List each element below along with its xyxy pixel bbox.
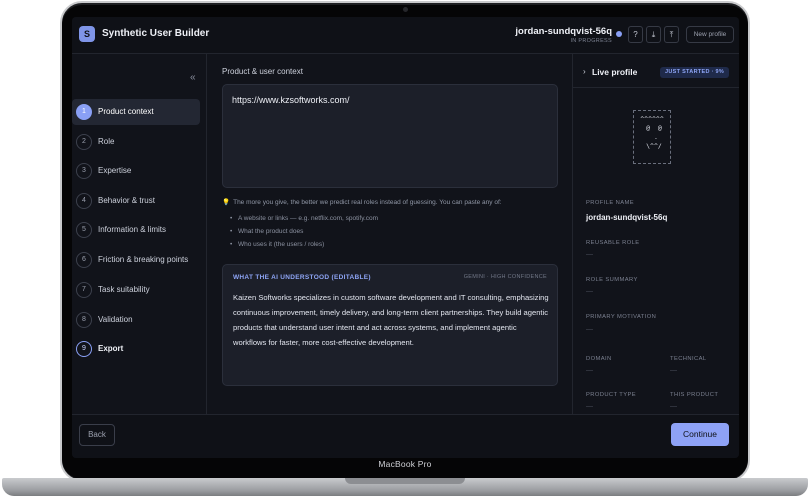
step-friction[interactable]: 6 Friction & breaking points <box>72 247 200 273</box>
step-validation[interactable]: 8 Validation <box>72 307 200 333</box>
ai-summary-title: WHAT THE AI UNDERSTOOD (EDITABLE) <box>233 274 371 281</box>
primary-motivation-label: PRIMARY MOTIVATION <box>586 314 657 320</box>
primary-motivation-value: — <box>586 326 593 333</box>
technical-label: TECHNICAL <box>670 356 707 362</box>
chevron-right-icon[interactable]: › <box>583 67 586 76</box>
domain-label: DOMAIN <box>586 356 612 362</box>
new-profile-button[interactable]: New profile <box>686 26 734 43</box>
step-number: 5 <box>76 222 92 238</box>
download-button[interactable]: ⤓ <box>646 26 661 43</box>
step-label: Information & limits <box>98 225 167 234</box>
step-label: Validation <box>98 315 133 324</box>
continue-button[interactable]: Continue <box>671 423 729 446</box>
live-profile-header[interactable]: › Live profile JUST STARTED · 9% <box>573 54 739 88</box>
back-button[interactable]: Back <box>79 424 115 446</box>
technical-value: — <box>670 367 677 374</box>
step-number: 7 <box>76 282 92 298</box>
step-label: Behavior & trust <box>98 196 155 205</box>
step-number: 8 <box>76 312 92 328</box>
app-logo: S <box>79 26 95 42</box>
step-number: 9 <box>76 341 92 357</box>
main-content: Product & user context https://www.kzsof… <box>208 54 572 414</box>
step-number: 4 <box>76 193 92 209</box>
help-button[interactable]: ? <box>628 26 643 43</box>
section-title: Product & user context <box>222 67 303 76</box>
steps-sidebar: « 1 Product context 2 Role 3 Expertise 4… <box>72 54 207 414</box>
step-number: 1 <box>76 104 92 120</box>
step-number: 2 <box>76 134 92 150</box>
context-input-value[interactable]: https://www.kzsoftworks.com/ <box>232 95 350 105</box>
profile-name-value: jordan-sundqvist-56q <box>586 213 668 222</box>
hint-text: The more you give, the better we predict… <box>233 199 502 206</box>
step-task-suitability[interactable]: 7 Task suitability <box>72 277 200 303</box>
upload-button[interactable]: ⤒ <box>664 26 679 43</box>
step-label: Task suitability <box>98 285 150 294</box>
step-role[interactable]: 2 Role <box>72 129 200 155</box>
reusable-role-value: — <box>586 251 593 258</box>
hint-item-text: What the product does <box>238 228 304 235</box>
current-profile-name: jordan-sundqvist-56q <box>515 26 612 37</box>
step-label: Role <box>98 137 115 146</box>
ai-summary-card: WHAT THE AI UNDERSTOOD (EDITABLE) GEMINI… <box>222 264 558 386</box>
list-item: • Who uses it (the users / roles) <box>230 241 325 248</box>
hint-list: • A website or links — e.g. netflix.com, … <box>230 212 378 251</box>
step-label: Expertise <box>98 166 132 175</box>
app-title: Synthetic User Builder <box>102 28 210 39</box>
ascii-avatar: ^^^^^^ @ @ . \^^/ <box>633 110 671 164</box>
app-window: S Synthetic User Builder jordan-sundqvis… <box>72 17 739 458</box>
step-label: Friction & breaking points <box>98 255 189 264</box>
this-product-label: THIS PRODUCT <box>670 392 719 398</box>
ai-summary-text[interactable]: Kaizen Softworks specializes in custom s… <box>233 290 551 350</box>
hint-item-text: A website or links — e.g. netflix.com, s… <box>238 215 379 222</box>
step-label: Product context <box>98 107 154 116</box>
live-profile-title: Live profile <box>592 67 638 77</box>
profile-status: IN PROGRESS <box>570 38 612 44</box>
list-item: • What the product does <box>230 228 304 235</box>
product-type-label: PRODUCT TYPE <box>586 392 637 398</box>
this-product-value: — <box>670 403 677 410</box>
input-hint: 💡 The more you give, the better we predic… <box>222 198 562 206</box>
step-number: 6 <box>76 252 92 268</box>
step-export[interactable]: 9 Export <box>72 336 200 362</box>
profile-name-label: PROFILE NAME <box>586 200 634 206</box>
step-label: Export <box>98 344 124 353</box>
footer-bar: Back Continue <box>72 414 739 458</box>
reusable-role-label: REUSABLE ROLE <box>586 240 640 246</box>
collapse-sidebar-icon[interactable]: « <box>190 72 196 83</box>
hint-item-text: Who uses it (the users / roles) <box>238 241 325 248</box>
list-item: • A website or links — e.g. netflix.com, … <box>230 215 379 222</box>
lightbulb-icon: 💡 <box>222 199 231 206</box>
step-product-context[interactable]: 1 Product context <box>72 99 200 125</box>
step-information-limits[interactable]: 5 Information & limits <box>72 217 200 243</box>
status-dot-icon <box>616 31 622 37</box>
product-type-value: — <box>586 403 593 410</box>
app-header: S Synthetic User Builder jordan-sundqvis… <box>72 17 739 54</box>
ai-confidence: GEMINI · HIGH CONFIDENCE <box>463 274 547 280</box>
laptop-notch <box>345 478 465 484</box>
step-expertise[interactable]: 3 Expertise <box>72 158 200 184</box>
device-label: MacBook Pro <box>378 459 432 469</box>
step-behavior-trust[interactable]: 4 Behavior & trust <box>72 188 200 214</box>
context-input[interactable]: https://www.kzsoftworks.com/ <box>222 84 558 188</box>
progress-badge: JUST STARTED · 9% <box>660 67 730 78</box>
role-summary-label: ROLE SUMMARY <box>586 277 638 283</box>
role-summary-value: — <box>586 288 593 295</box>
step-number: 3 <box>76 163 92 179</box>
domain-value: — <box>586 367 593 374</box>
camera-icon <box>403 7 408 12</box>
live-profile-panel: › Live profile JUST STARTED · 9% ^^^^^^ … <box>572 54 739 414</box>
